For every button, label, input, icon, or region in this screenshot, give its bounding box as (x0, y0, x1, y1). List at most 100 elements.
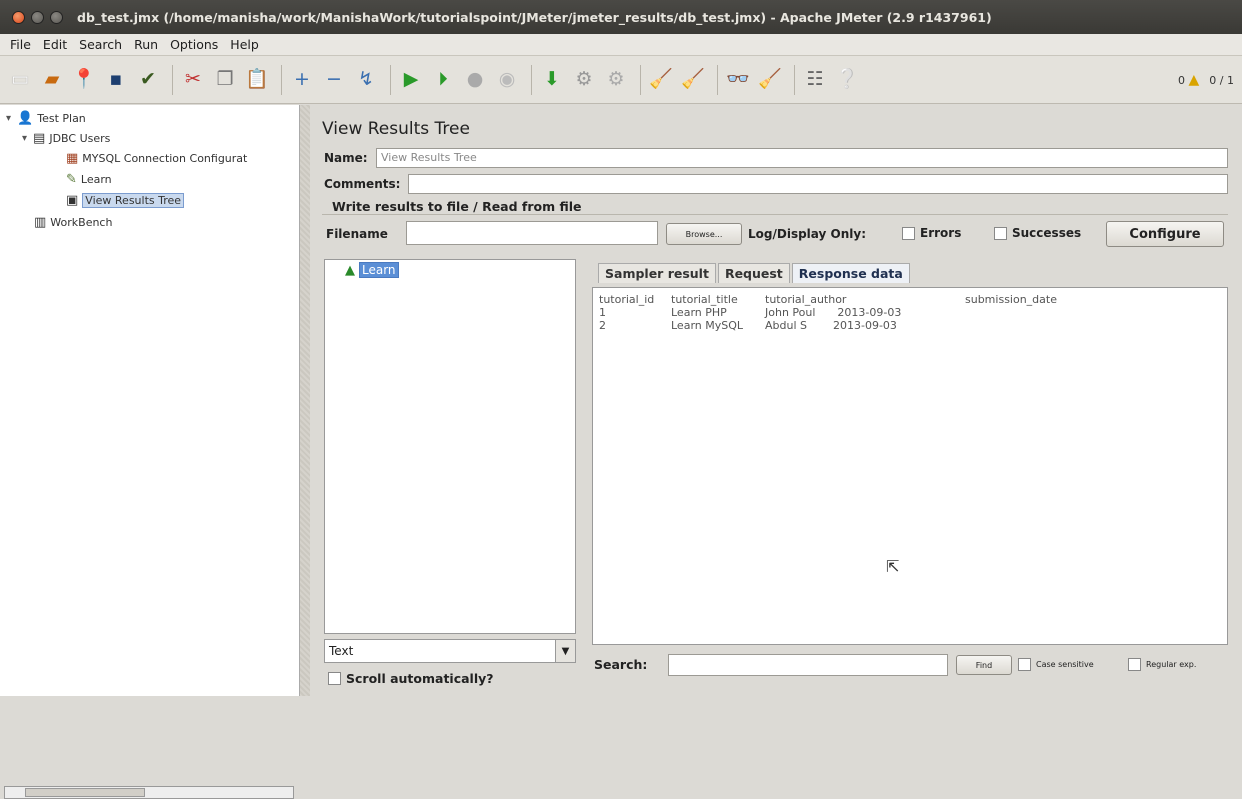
remote-start-icon[interactable]: ⬇ (538, 65, 566, 95)
test-plan-icon: 👤 (17, 111, 34, 126)
config-element-icon: ▦ (66, 151, 79, 166)
start-icon[interactable]: ▶ (397, 65, 425, 95)
collapse-all-icon[interactable]: − (320, 65, 348, 95)
log-display-label: Log/Display Only: (748, 227, 866, 241)
help-icon[interactable]: ❔ (833, 65, 861, 95)
filename-label: Filename (326, 227, 388, 241)
pane-splitter[interactable] (300, 105, 310, 696)
menu-run[interactable]: Run (128, 37, 164, 52)
comments-label: Comments: (324, 177, 401, 191)
search-input[interactable] (668, 654, 948, 676)
menu-options[interactable]: Options (164, 37, 224, 52)
window-title: db_test.jmx (/home/manisha/work/ManishaW… (77, 9, 992, 25)
copy-icon[interactable]: ❐ (211, 65, 239, 95)
cell: John Poul 2013-09-03 (765, 306, 902, 319)
tree-item-view-results-tree[interactable]: ▣ View Results Tree (66, 193, 185, 208)
write-results-group-title: Write results to file / Read from file (332, 199, 582, 214)
scroll-automatically-checkbox[interactable]: Scroll automatically? (328, 671, 494, 686)
tree-item-jdbc-users[interactable]: ▾ ▤ JDBC Users (22, 131, 110, 146)
shutdown-icon[interactable]: ◉ (493, 65, 521, 95)
maximize-window-button[interactable] (50, 10, 63, 24)
function-helper-icon[interactable]: ☷ (801, 65, 829, 95)
templates-icon[interactable]: ▰ (38, 65, 66, 95)
cell: 1 (599, 306, 606, 319)
chevron-down-icon[interactable]: ▼ (555, 640, 575, 662)
cell: Abdul S 2013-09-03 (765, 319, 897, 332)
remote-exit-icon[interactable]: ⚙ (602, 65, 630, 95)
start-no-pause-icon[interactable]: ⏵ (429, 65, 457, 95)
menu-bar: File Edit Search Run Options Help (0, 34, 1242, 56)
comments-field[interactable] (408, 174, 1228, 194)
test-plan-tree: ▾ 👤 Test Plan ▾ ▤ JDBC Users ▦ MYSQL Connecti… (0, 105, 300, 799)
window-titlebar: db_test.jmx (/home/manisha/work/ManishaW… (0, 0, 1242, 34)
remote-stop-icon[interactable]: ⚙ (570, 65, 598, 95)
header-cell: submission_date (965, 293, 1057, 306)
header-cell: tutorial_id (599, 293, 655, 306)
sample-results-tree: ▲ Learn (324, 259, 576, 634)
successes-checkbox[interactable]: Successes (994, 226, 1081, 240)
name-field[interactable]: View Results Tree (376, 148, 1228, 168)
menu-edit[interactable]: Edit (37, 37, 73, 52)
expand-all-icon[interactable]: + (288, 65, 316, 95)
warning-icon: ▲ (1188, 72, 1200, 88)
response-table: tutorial_id tutorial_title tutorial_auth… (599, 293, 1057, 332)
configure-button[interactable]: Configure (1106, 221, 1224, 247)
filename-input[interactable] (406, 221, 658, 245)
search-icon[interactable]: 👓 (724, 65, 752, 95)
warning-count: 0 ▲ (1178, 72, 1200, 88)
tree-item-learn[interactable]: ✎ Learn (66, 172, 112, 187)
clear-icon[interactable]: 🧹 (647, 65, 675, 95)
toggle-icon[interactable]: ↯ (352, 65, 380, 95)
save-as-icon[interactable]: ✔ (134, 65, 162, 95)
reset-search-icon[interactable]: 🧹 (756, 65, 784, 95)
workbench-icon: ▥ (34, 215, 47, 230)
browse-button[interactable]: Browse... (666, 223, 742, 245)
new-icon[interactable]: ▭ (6, 65, 34, 95)
search-label: Search: (594, 657, 648, 672)
table-row: 1 Learn PHP John Poul 2013-09-03 (599, 306, 1057, 319)
cell: Learn MySQL (671, 319, 744, 332)
find-button[interactable]: Find (956, 655, 1012, 675)
regular-exp-checkbox[interactable]: Regular exp. (1128, 658, 1196, 671)
panel-title: View Results Tree (322, 119, 470, 139)
response-data-area[interactable]: tutorial_id tutorial_title tutorial_auth… (592, 287, 1228, 645)
toolbar: ▭ ▰ 📍 ▪ ✔ ✂ ❐ 📋 + − ↯ ▶ ⏵ ● ◉ ⬇ ⚙ ⚙ 🧹 🧹 … (0, 56, 1242, 104)
save-icon[interactable]: ▪ (102, 65, 130, 95)
collapse-icon: ▾ (6, 113, 12, 124)
mouse-pointer-icon: ⇱ (886, 557, 900, 576)
tree-item-workbench[interactable]: ▥ WorkBench (34, 215, 112, 230)
close-window-button[interactable] (12, 10, 25, 24)
renderer-select[interactable]: Text ▼ (324, 639, 576, 663)
tree-horizontal-scrollbar[interactable] (4, 786, 294, 799)
tab-sampler-result[interactable]: Sampler result (598, 263, 716, 283)
thread-group-icon: ▤ (33, 131, 46, 146)
minimize-window-button[interactable] (31, 10, 44, 24)
tree-item-mysql-config[interactable]: ▦ MYSQL Connection Configurat (66, 151, 247, 166)
result-item-learn[interactable]: ▲ Learn (345, 262, 399, 278)
tab-request[interactable]: Request (717, 263, 790, 283)
menu-file[interactable]: File (4, 37, 37, 52)
tab-response-data[interactable]: Response data (791, 263, 910, 283)
search-bar: Search: Find Case sensitive Regular exp. (592, 651, 1228, 679)
errors-checkbox[interactable]: Errors (902, 226, 961, 240)
stop-icon[interactable]: ● (461, 65, 489, 95)
menu-help[interactable]: Help (224, 37, 265, 52)
status-area: 0 ▲ 0 / 1 (1178, 56, 1234, 104)
success-icon: ▲ (345, 262, 355, 278)
response-header-row: tutorial_id tutorial_title tutorial_auth… (599, 293, 1057, 306)
header-cell: tutorial_title (671, 293, 738, 306)
case-sensitive-checkbox[interactable]: Case sensitive (1018, 658, 1094, 671)
open-icon[interactable]: 📍 (70, 65, 98, 95)
clear-all-icon[interactable]: 🧹 (679, 65, 707, 95)
menu-search[interactable]: Search (73, 37, 128, 52)
view-results-tree-panel: View Results Tree Name: View Results Tre… (312, 105, 1242, 696)
listener-icon: ▣ (66, 193, 79, 208)
result-tabs: Sampler result Request Response data (598, 263, 910, 283)
collapse-icon: ▾ (22, 133, 28, 144)
header-cell: tutorial_author (765, 293, 847, 306)
cut-icon[interactable]: ✂ (179, 65, 207, 95)
table-row: 2 Learn MySQL Abdul S 2013-09-03 (599, 319, 1057, 332)
thread-count: 0 / 1 (1209, 73, 1234, 87)
paste-icon[interactable]: 📋 (243, 65, 271, 95)
tree-item-test-plan[interactable]: ▾ 👤 Test Plan (6, 111, 86, 126)
